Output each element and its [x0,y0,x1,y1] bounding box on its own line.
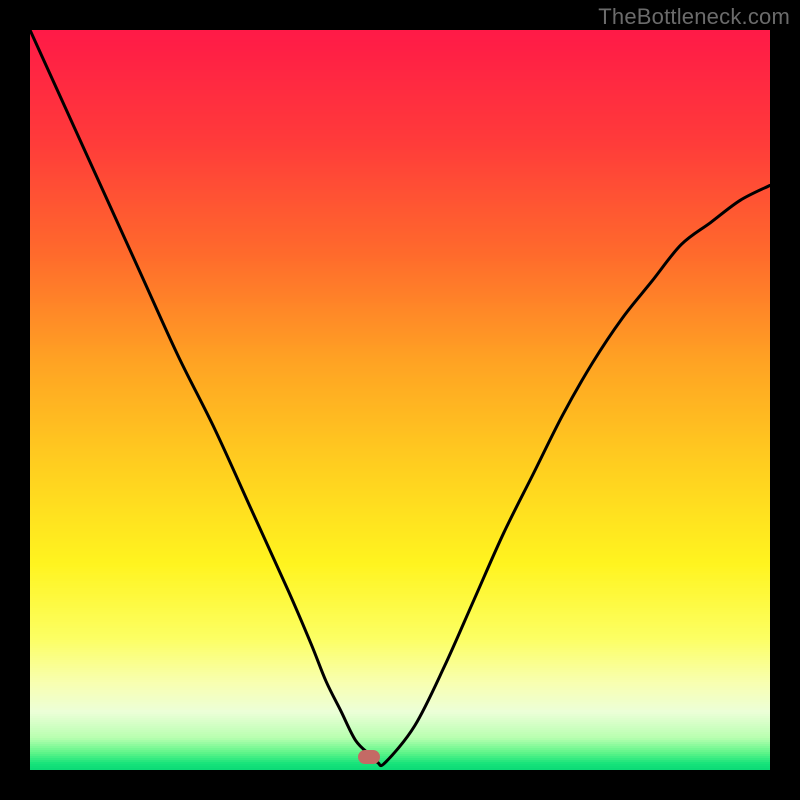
watermark-text: TheBottleneck.com [598,4,790,30]
chart-frame: TheBottleneck.com [0,0,800,800]
bottleneck-curve [30,30,770,770]
optimal-point-marker [358,750,380,764]
plot-area [30,30,770,770]
